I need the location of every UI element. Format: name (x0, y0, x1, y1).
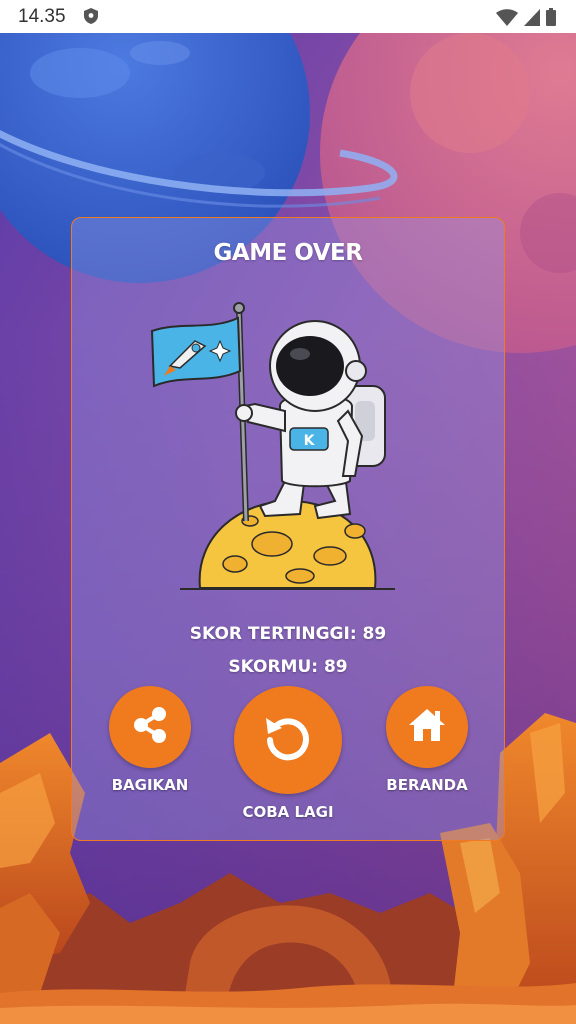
astronaut-illustration: K (140, 296, 400, 600)
svg-text:K: K (304, 433, 316, 449)
retry-button-label[interactable]: COBA LAGI (218, 803, 358, 821)
home-icon (405, 703, 449, 751)
share-icon (129, 704, 171, 750)
home-button[interactable] (386, 686, 468, 768)
status-bar: 14.35 (0, 0, 576, 33)
your-score: SKORMU: 89 (228, 657, 348, 677)
retry-icon (260, 710, 316, 770)
wifi-icon (496, 8, 518, 30)
share-button[interactable] (109, 686, 191, 768)
status-time: 14.35 (18, 6, 66, 27)
high-score: SKOR TERTINGGI: 89 (189, 624, 387, 644)
signal-icon (524, 8, 540, 30)
battery-icon (546, 8, 556, 30)
retry-button[interactable] (234, 686, 342, 794)
shield-icon (84, 8, 98, 28)
home-button-label[interactable]: BERANDA (367, 776, 487, 794)
share-button-label[interactable]: BAGIKAN (90, 776, 210, 794)
game-over-title: GAME OVER (213, 240, 363, 266)
